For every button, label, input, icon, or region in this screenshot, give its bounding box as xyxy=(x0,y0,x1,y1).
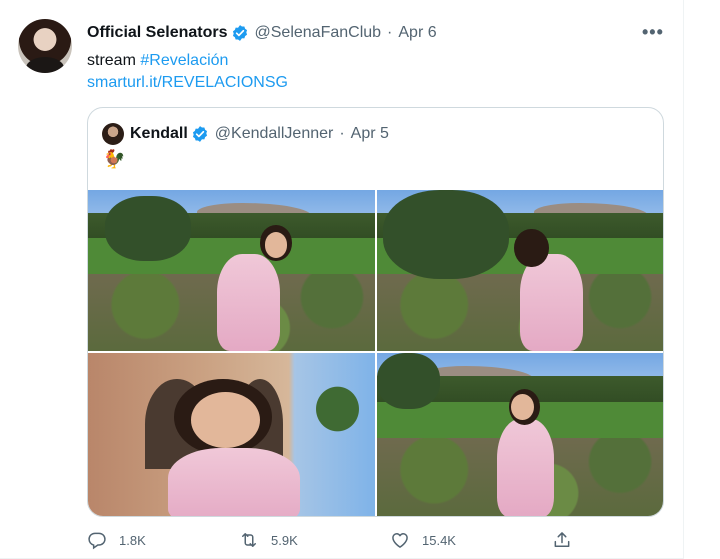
quoted-header-separator: · xyxy=(339,125,345,142)
photo-golf-course-1[interactable] xyxy=(88,190,375,351)
verified-badge-icon xyxy=(192,126,207,142)
author-name[interactable]: Official Selenators xyxy=(87,24,228,42)
retweet-icon xyxy=(242,533,256,547)
author-avatar[interactable] xyxy=(18,19,72,73)
quoted-author-name[interactable]: Kendall xyxy=(130,125,188,143)
hashtag-link[interactable]: #Revelación xyxy=(140,52,228,69)
heart-icon xyxy=(392,533,408,548)
photo-golf-course-2[interactable] xyxy=(377,190,663,351)
reply-icon xyxy=(88,532,106,550)
author-handle[interactable]: @SelenaFanClub xyxy=(255,24,382,42)
like-button[interactable]: 15.4K xyxy=(390,528,456,552)
reply-count: 1.8K xyxy=(119,532,146,548)
quoted-tweet-emoji: 🐓 xyxy=(103,149,126,169)
like-count: 15.4K xyxy=(422,532,456,548)
retweet-button[interactable]: 5.9K xyxy=(239,528,298,552)
quoted-author-avatar[interactable] xyxy=(102,123,124,145)
more-options-icon[interactable]: ••• xyxy=(642,22,664,43)
tweet-link-line: smarturl.it/REVELACIONSG xyxy=(87,72,288,94)
share-button[interactable] xyxy=(552,528,572,552)
quoted-tweet-header: Kendall @KendallJenner · Apr 5 xyxy=(130,123,389,145)
quoted-tweet-date[interactable]: Apr 5 xyxy=(351,125,389,143)
header-separator: · xyxy=(387,24,393,41)
quoted-tweet[interactable]: Kendall @KendallJenner · Apr 5 🐓 xyxy=(87,107,664,517)
reply-button[interactable]: 1.8K xyxy=(87,528,146,552)
tweet-date[interactable]: Apr 6 xyxy=(398,24,436,42)
quoted-author-handle[interactable]: @KendallJenner xyxy=(215,125,334,143)
media-grid xyxy=(88,190,663,516)
photo-courtyard-smile[interactable] xyxy=(88,353,375,516)
tweet-text: stream #Revelación xyxy=(87,50,228,72)
tweet-text-prefix: stream xyxy=(87,52,136,69)
share-icon xyxy=(554,532,570,547)
tweet-header: Official Selenators @SelenaFanClub · Apr… xyxy=(87,22,437,44)
external-link[interactable]: smarturl.it/REVELACIONSG xyxy=(87,74,288,91)
timeline-right-border xyxy=(683,0,684,559)
photo-golf-course-3[interactable] xyxy=(377,353,663,516)
tweet[interactable]: Official Selenators @SelenaFanClub · Apr… xyxy=(0,0,683,559)
retweet-count: 5.9K xyxy=(271,532,298,548)
tweet-actions: 1.8K 5.9K 15.4K xyxy=(87,528,587,552)
verified-badge-icon xyxy=(232,25,247,41)
